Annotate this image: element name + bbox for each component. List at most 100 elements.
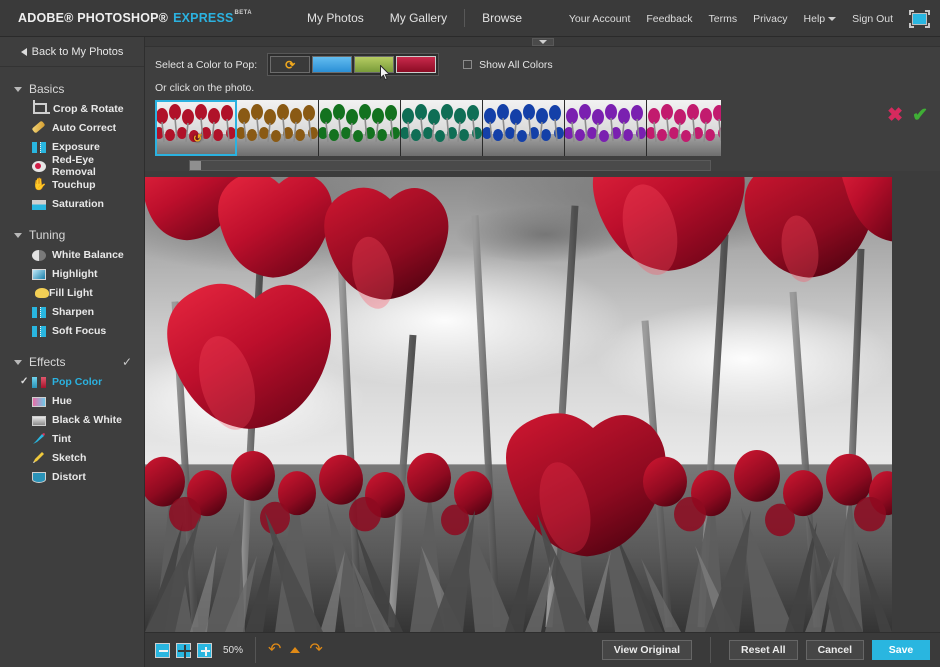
nav-feedback[interactable]: Feedback bbox=[638, 13, 700, 25]
sidebar-item-distort[interactable]: Distort bbox=[0, 467, 144, 486]
scrollbar-thumb[interactable] bbox=[190, 161, 201, 170]
thumb-refresh-badge[interactable]: ↺ bbox=[193, 132, 202, 145]
nav-terms[interactable]: Terms bbox=[701, 13, 746, 25]
confirm-icon[interactable]: ✔ bbox=[912, 106, 928, 125]
thumb-red[interactable]: ↺ bbox=[155, 100, 237, 156]
thumb-teal[interactable] bbox=[401, 100, 483, 156]
sidebar-item-label: Auto Correct bbox=[52, 122, 116, 134]
sidebar-item-red-eye-removal[interactable]: Red-Eye Removal bbox=[0, 156, 144, 175]
thumb-blue[interactable] bbox=[483, 100, 565, 156]
crop-icon bbox=[33, 103, 47, 114]
sidebar-group-effects-header[interactable]: Effects ✓ bbox=[0, 352, 144, 372]
view-original-button[interactable]: View Original bbox=[602, 640, 692, 660]
nav-divider bbox=[464, 9, 465, 27]
show-all-colors-checkbox[interactable] bbox=[463, 60, 472, 69]
show-all-colors-row[interactable]: Show All Colors bbox=[463, 59, 553, 71]
sidebar-item-saturation[interactable]: Saturation bbox=[0, 194, 144, 213]
nav-your-account[interactable]: Your Account bbox=[561, 13, 639, 25]
sidebar-group-basics-header[interactable]: Basics bbox=[0, 79, 144, 99]
sidebar-group-tuning: Tuning White Balance Highlight Fill Ligh… bbox=[0, 225, 144, 340]
filmstrip-scrollbar[interactable] bbox=[189, 160, 711, 171]
history-triangle-icon[interactable] bbox=[290, 647, 300, 653]
thumb-image bbox=[483, 100, 565, 156]
sidebar-item-label: Black & White bbox=[52, 414, 122, 426]
sidebar-item-sharpen[interactable]: Sharpen bbox=[0, 302, 144, 321]
thumb-image bbox=[237, 100, 319, 156]
brand-express-text: EXPRESS bbox=[173, 11, 233, 25]
zoom-fit-icon[interactable] bbox=[176, 643, 191, 658]
sidebar-item-white-balance[interactable]: White Balance bbox=[0, 245, 144, 264]
sidebar-item-hue[interactable]: Hue bbox=[0, 391, 144, 410]
nav-privacy[interactable]: Privacy bbox=[745, 13, 795, 25]
sidebar-item-touchup[interactable]: ✋ Touchup bbox=[0, 175, 144, 194]
save-button[interactable]: Save bbox=[872, 640, 930, 660]
panel-collapse-strip bbox=[145, 37, 940, 47]
toolbar-divider bbox=[255, 637, 256, 663]
reset-all-button[interactable]: Reset All bbox=[729, 640, 798, 660]
thumb-brown[interactable] bbox=[237, 100, 319, 156]
sidebar-item-label: Sketch bbox=[52, 452, 86, 464]
nav-my-gallery[interactable]: My Gallery bbox=[377, 11, 460, 25]
sidebar-item-label: Distort bbox=[52, 471, 86, 483]
sidebar-item-sketch[interactable]: Sketch bbox=[0, 448, 144, 467]
sharpen-icon bbox=[32, 307, 46, 318]
action-buttons: View Original Reset All Cancel Save bbox=[594, 637, 930, 663]
zoom-out-icon[interactable] bbox=[155, 643, 170, 658]
or-click-photo-hint: Or click on the photo. bbox=[155, 82, 940, 94]
photo-canvas[interactable] bbox=[145, 177, 892, 632]
nav-sign-out[interactable]: Sign Out bbox=[844, 13, 901, 25]
thumb-image bbox=[565, 100, 647, 156]
swatch-red[interactable] bbox=[396, 56, 436, 73]
zoom-controls: 50% bbox=[155, 643, 243, 658]
swatch-blue[interactable] bbox=[312, 56, 352, 73]
undo-icon[interactable]: ↶ bbox=[268, 642, 281, 658]
filmstrip-panel: ↺ bbox=[145, 94, 940, 171]
thumb-magenta[interactable] bbox=[647, 100, 721, 156]
sidebar-item-auto-correct[interactable]: Auto Correct bbox=[0, 118, 144, 137]
brand-adobe-text: ADOBE® PHOTOSHOP® bbox=[18, 11, 168, 25]
sidebar-item-tint[interactable]: Tint bbox=[0, 429, 144, 448]
sidebar-group-tuning-header[interactable]: Tuning bbox=[0, 225, 144, 245]
redo-icon[interactable]: ↷ bbox=[309, 642, 322, 658]
bracket-top-right bbox=[925, 10, 930, 15]
bottom-toolbar: 50% ↶ ↷ View Original Reset All Cancel S… bbox=[145, 632, 940, 667]
nav-help-label: Help bbox=[804, 13, 826, 25]
thumb-image bbox=[155, 100, 237, 156]
back-to-my-photos-button[interactable]: Back to My Photos bbox=[0, 37, 144, 67]
thumb-image bbox=[647, 100, 721, 156]
collapse-panel-button[interactable] bbox=[532, 38, 554, 46]
cancel-button[interactable]: Cancel bbox=[806, 640, 864, 660]
filmstrip[interactable]: ↺ bbox=[155, 100, 721, 156]
sidebar-item-label: Highlight bbox=[52, 268, 98, 280]
pop-color-icon bbox=[32, 377, 46, 388]
nav-my-photos[interactable]: My Photos bbox=[294, 11, 377, 25]
sidebar-item-crop-rotate[interactable]: Crop & Rotate bbox=[0, 99, 144, 118]
brand-logo: ADOBE® PHOTOSHOP® EXPRESS BETA bbox=[18, 11, 252, 25]
sidebar-item-soft-focus[interactable]: Soft Focus bbox=[0, 321, 144, 340]
sidebar-item-label: Red-Eye Removal bbox=[52, 154, 140, 178]
fullscreen-icon[interactable] bbox=[909, 10, 930, 28]
disclosure-triangle-icon bbox=[14, 360, 22, 365]
bracket-bottom-left bbox=[909, 23, 914, 28]
zoom-in-icon[interactable] bbox=[197, 643, 212, 658]
swatch-auto[interactable]: ⟳ bbox=[270, 56, 310, 73]
sidebar-item-black-white[interactable]: Black & White bbox=[0, 410, 144, 429]
exposure-icon bbox=[32, 142, 46, 153]
sidebar-item-highlight[interactable]: Highlight bbox=[0, 264, 144, 283]
color-swatch-group: ⟳ bbox=[267, 53, 439, 76]
sidebar-group-basics-label: Basics bbox=[29, 82, 64, 96]
thumb-purple[interactable] bbox=[565, 100, 647, 156]
sidebar-item-pop-color[interactable]: ✓ Pop Color bbox=[0, 372, 144, 391]
select-color-prompt: Select a Color to Pop: bbox=[155, 59, 257, 71]
photoshop-express-app: ADOBE® PHOTOSHOP® EXPRESS BETA My Photos… bbox=[0, 0, 940, 667]
history-controls: ↶ ↷ bbox=[268, 642, 323, 658]
sidebar-item-label: Hue bbox=[52, 395, 72, 407]
nav-help[interactable]: Help bbox=[796, 13, 845, 25]
pencil-icon bbox=[32, 451, 46, 464]
nav-browse[interactable]: Browse bbox=[469, 11, 535, 25]
thumb-green[interactable] bbox=[319, 100, 401, 156]
sidebar-item-fill-light[interactable]: Fill Light bbox=[0, 283, 144, 302]
soft-focus-icon bbox=[32, 326, 46, 337]
swatch-green[interactable] bbox=[354, 56, 394, 73]
cancel-icon[interactable]: ✖ bbox=[887, 106, 903, 125]
